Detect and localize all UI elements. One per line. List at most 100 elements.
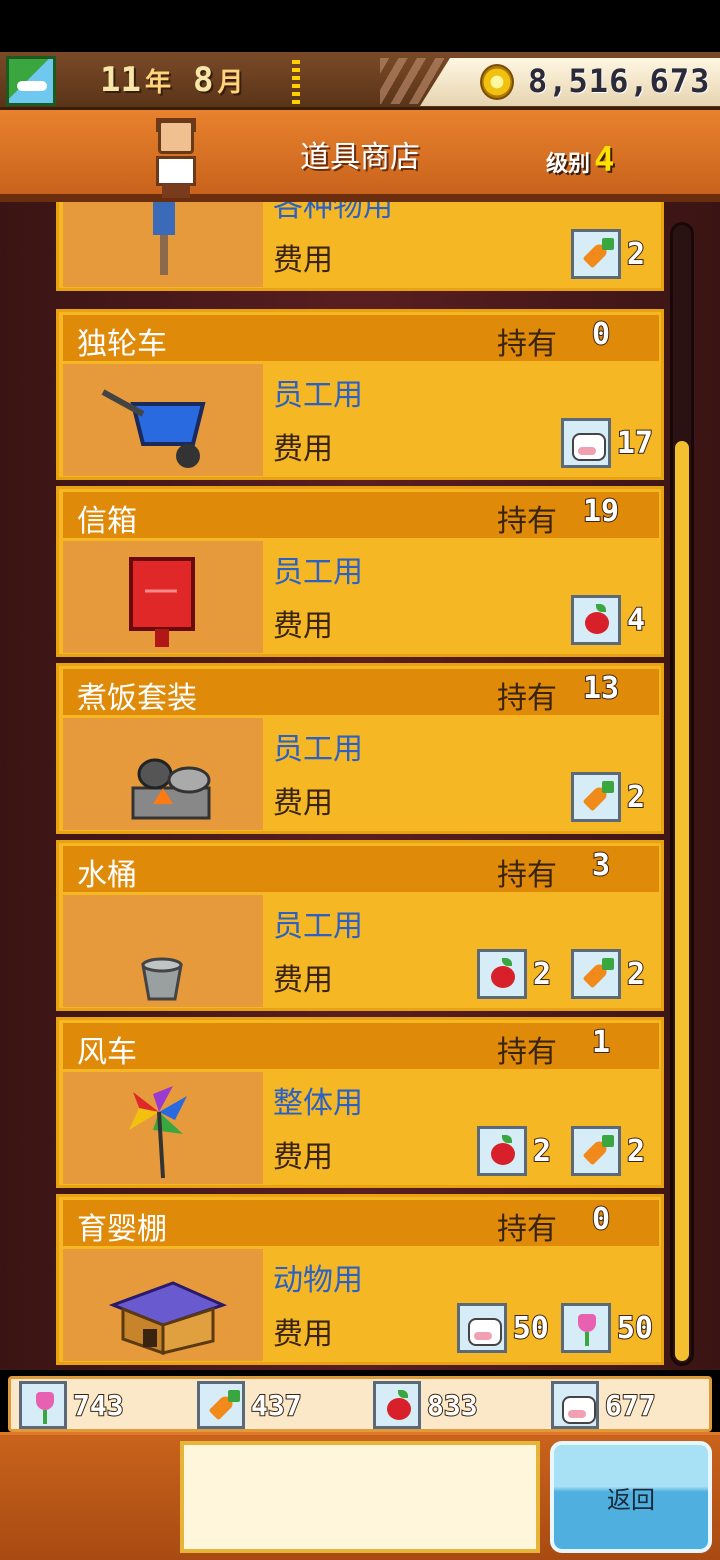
owned-count: 13 xyxy=(582,670,620,707)
cost-entry: 4 xyxy=(571,595,653,645)
doghouse-image xyxy=(63,1249,263,1361)
coin-icon xyxy=(480,64,514,100)
money-display: 8,516,673 xyxy=(420,58,720,106)
cost-label: 费用 xyxy=(273,786,333,821)
pinwheel-image xyxy=(63,1072,263,1184)
item-name: 信箱 xyxy=(77,504,137,539)
status-bar xyxy=(0,0,720,52)
cost-list: 17 xyxy=(560,418,654,468)
item-name: 育婴棚 xyxy=(77,1212,167,1247)
item-header: 育婴棚 持有 0 xyxy=(63,1200,659,1247)
cow-icon xyxy=(456,1303,507,1353)
item-header: 煮饭套装 持有 13 xyxy=(63,669,659,716)
resource-value: 677 xyxy=(604,1388,657,1423)
cost-value: 50 xyxy=(616,1310,654,1347)
cost-entry: 17 xyxy=(560,418,654,468)
owned-label: 持有 xyxy=(497,327,557,362)
usage-label: 员工用 xyxy=(273,555,363,590)
shop-item-mailbox[interactable]: 信箱 持有 19 员工用 费用 4 xyxy=(56,486,664,657)
scrollbar-thumb[interactable] xyxy=(675,441,689,1361)
owned-label: 持有 xyxy=(497,1212,557,1247)
item-name: 水桶 xyxy=(77,858,137,893)
year-unit: 年 xyxy=(144,67,171,98)
cost-entry: 2 xyxy=(571,772,653,822)
shop-item-nursery[interactable]: 育婴棚 持有 0 动物用 费用 50 50 xyxy=(56,1194,664,1365)
game-date: 11 年 8 月 xyxy=(100,58,261,102)
item-header: 独轮车 持有 0 xyxy=(63,315,659,362)
cost-label: 费用 xyxy=(273,1140,333,1175)
usage-label: 整体用 xyxy=(273,1086,363,1121)
cost-value: 2 xyxy=(532,956,552,993)
resource-value: 743 xyxy=(72,1388,125,1423)
tulip-icon xyxy=(19,1381,67,1429)
owned-label: 持有 xyxy=(497,1035,557,1070)
cost-value: 2 xyxy=(532,1133,552,1170)
cost-entry: 50 xyxy=(456,1303,550,1353)
owned-count: 3 xyxy=(591,847,611,884)
usage-label: 动物用 xyxy=(273,1263,363,1298)
message-box xyxy=(180,1441,540,1553)
year-value: 11 xyxy=(100,60,141,100)
cost-value: 2 xyxy=(626,236,646,273)
resource-carrot: 437 xyxy=(197,1381,303,1429)
cost-entry: 50 xyxy=(560,1303,654,1353)
carrot-icon xyxy=(571,1126,621,1176)
money-value: 8,516,673 xyxy=(528,62,711,100)
resource-tulip: 743 xyxy=(19,1381,125,1429)
cost-entry: 2 xyxy=(571,229,653,279)
cost-entry: 2 xyxy=(571,949,653,999)
footer: 返回 xyxy=(0,1432,720,1560)
carrot-icon xyxy=(571,949,621,999)
usage-label: 员工用 xyxy=(273,909,363,944)
level-value: 4 xyxy=(594,140,615,180)
item-header: 风车 持有 1 xyxy=(63,1023,659,1070)
item-header: 信箱 持有 19 xyxy=(63,492,659,539)
owned-count: 1 xyxy=(591,1024,611,1061)
time-progress-dots xyxy=(292,60,300,104)
apple-icon xyxy=(571,595,621,645)
owned-count: 19 xyxy=(582,493,620,530)
bucket-image xyxy=(63,895,263,1007)
farm-map-icon[interactable] xyxy=(6,56,56,106)
cost-entry: 2 xyxy=(571,1126,653,1176)
cost-label: 费用 xyxy=(273,432,333,467)
cost-list: 4 xyxy=(571,595,653,645)
scrollbar[interactable] xyxy=(670,222,694,1366)
shop-level: 级别 4 xyxy=(546,140,615,180)
item-list[interactable]: 各种物用 费用 2 独轮车 持有 0 员工用 费用 17 信箱 持有 19 员工… xyxy=(0,202,720,1370)
apple-icon xyxy=(477,1126,527,1176)
mailbox-image xyxy=(63,541,263,653)
cost-label: 费用 xyxy=(273,1317,333,1352)
item-name: 煮饭套装 xyxy=(77,681,197,716)
shop-item-wheelbarrow[interactable]: 独轮车 持有 0 员工用 费用 17 xyxy=(56,309,664,480)
cost-list: 2 2 xyxy=(477,949,653,999)
cow-icon xyxy=(560,418,611,468)
apple-icon xyxy=(373,1381,421,1429)
shop-item-pinwheel[interactable]: 风车 持有 1 整体用 费用 2 2 xyxy=(56,1017,664,1188)
shop-item-cooking-set[interactable]: 煮饭套装 持有 13 员工用 费用 2 xyxy=(56,663,664,834)
level-label: 级别 xyxy=(546,152,591,177)
usage-label: 各种物用 xyxy=(273,202,393,224)
cost-list: 50 50 xyxy=(456,1303,654,1353)
resource-bar: 743 437 833 677 xyxy=(8,1376,712,1432)
shop-item-partial[interactable]: 各种物用 费用 2 xyxy=(56,202,664,291)
owned-label: 持有 xyxy=(497,504,557,539)
shop-header: 道具商店 级别 4 xyxy=(0,110,720,202)
back-button[interactable]: 返回 xyxy=(550,1441,712,1553)
resource-cow: 677 xyxy=(551,1381,657,1429)
cost-label: 费用 xyxy=(273,963,333,998)
resource-value: 833 xyxy=(426,1388,479,1423)
cost-value: 4 xyxy=(626,602,646,639)
owned-count: 0 xyxy=(591,1201,611,1238)
cost-value: 2 xyxy=(626,956,646,993)
item-header: 水桶 持有 3 xyxy=(63,846,659,893)
cow-icon xyxy=(551,1381,599,1429)
owned-label: 持有 xyxy=(497,681,557,716)
owned-label: 持有 xyxy=(497,858,557,893)
shop-item-bucket[interactable]: 水桶 持有 3 员工用 费用 2 2 xyxy=(56,840,664,1011)
cost-list: 2 xyxy=(571,229,653,279)
cost-value: 50 xyxy=(512,1310,550,1347)
resource-apple: 833 xyxy=(373,1381,479,1429)
top-info-bar: 11 年 8 月 8,516,673 xyxy=(0,52,720,110)
cost-list: 2 xyxy=(571,772,653,822)
